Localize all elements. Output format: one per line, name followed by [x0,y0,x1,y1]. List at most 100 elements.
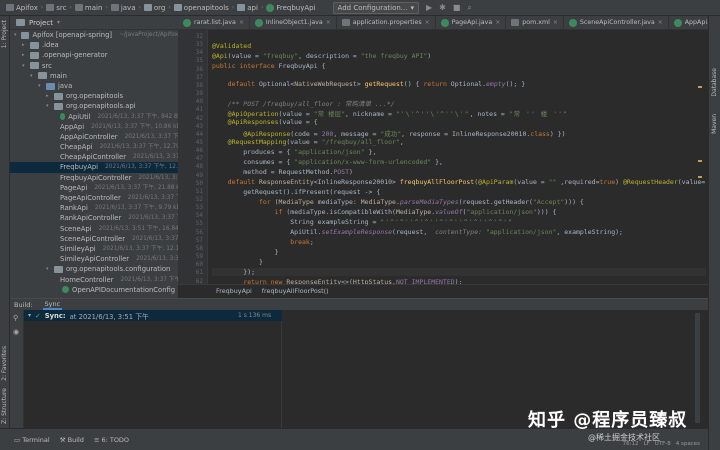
project-tree-item[interactable]: CheapApi 2021/6/13, 3:37 下午, 12.79 kB [10,142,178,152]
chevron-down-icon[interactable]: ▾ [38,81,43,91]
project-tree-item[interactable]: ▾ org.openapitools.api [10,101,178,111]
project-panel-header[interactable]: Project ▾ [10,16,178,30]
project-tree-item[interactable]: ▾ java [10,81,178,91]
code-line-current: }); [212,268,706,276]
project-tree-item[interactable]: HomeController 2021/6/13, 3:37 下午 [10,275,178,285]
project-tree-item[interactable]: ▸ .openapi-generator [10,50,178,60]
tool-tab-structure[interactable]: Z: Structure [1,388,8,424]
project-tree-item[interactable]: ▾ main [10,71,178,81]
line-number-gutter: 32 33 34 35 36 37 38 39 40 41 42 43 44 45 46 47 48 49 50 51… [178,30,208,285]
eye-icon[interactable]: ◉ [13,328,19,336]
tool-tab-database[interactable]: Database [711,68,718,97]
pin-icon[interactable]: ⚲ [13,314,18,322]
tree-item-label: SceneApiController [60,234,126,243]
tab-build[interactable]: ⚒ Build [60,436,84,444]
project-tree-item[interactable]: ▾ src [10,61,178,71]
tab-sync[interactable]: Sync [42,300,63,310]
code-line: /** POST /freqbuy/all_floor : 常购清单 ...*/ [227,100,395,108]
breadcrumb-item[interactable]: openapitools [173,4,229,12]
project-tree-item[interactable]: AppApiController 2021/6/13, 3:37 下午 [10,132,178,142]
project-panel: Project ▾ ▾ Apifox [openapi-spring] ~/Java… [10,16,178,298]
chevron-down-icon[interactable]: ▾ [28,312,31,319]
package-icon [237,4,246,11]
chevron-down-icon[interactable]: ▾ [30,71,35,81]
close-icon[interactable]: × [495,19,500,26]
code-editor[interactable]: @Validated @Api(value = "freqbuy", descr… [212,30,706,284]
indent-setting[interactable]: 4 spaces [676,441,700,447]
project-tree-item[interactable]: OpenAPIDocumentationConfig [10,285,178,295]
tree-item-label: SceneApi [60,224,92,233]
project-tree-item[interactable]: ▾ Apifox [openapi-spring] ~/JavaProject/Ap… [10,30,178,40]
chevron-right-icon[interactable]: ▸ [46,91,51,101]
project-tree-item[interactable]: AppApi 2021/6/13, 3:37 下午, 10.86 kB [10,122,178,132]
debug-icon[interactable]: ✱ [439,3,446,12]
editor-tab[interactable]: SceneApiController.java × [564,16,669,29]
project-tree-item[interactable]: SimileyApiController 2021/6/13, 3:37 下午 [10,254,178,264]
breadcrumb-item[interactable]: main [74,4,102,12]
project-tree-item[interactable]: PageApiController 2021/6/13, 3:37 下午 [10,193,178,203]
chevron-right-icon[interactable]: ▸ [22,40,27,50]
project-tree-item[interactable]: SceneApi 2021/6/13, 3:51 下午, 16.84 kB [10,224,178,234]
breadcrumb-item[interactable]: java [110,4,135,12]
editor-tab[interactable]: InlineObject1.java × [250,16,337,29]
project-tree-item[interactable]: SceneApiController 2021/6/13, 3:37 下午 [10,234,178,244]
editor-breadcrumb-class[interactable]: FreqbuyApi [216,287,252,295]
chevron-down-icon[interactable]: ▾ [22,61,27,71]
stop-icon[interactable]: ■ [453,3,461,12]
error-stripe-mark[interactable] [698,86,702,88]
project-tree-item[interactable]: SimileyApi 2021/6/13, 3:37 下午, 12.17 kB [10,244,178,254]
code-line: method = RequestMethod.POST) [212,168,353,176]
tab-todo[interactable]: ≡ 6: TODO [94,436,129,444]
project-tree-item[interactable]: ▾ org.openapitools.configuration [10,264,178,274]
chevron-right-icon: › [231,4,235,11]
tool-tab-maven[interactable]: Maven [711,114,718,134]
close-icon[interactable]: × [326,19,331,26]
project-tree-item[interactable]: RankApiController 2021/6/13, 3:37 下午 [10,213,178,223]
project-tree-item[interactable]: ApiUtil 2021/6/13, 3:37 下午, 842 B [10,112,178,122]
tree-item-label: OpenAPIDocumentationConfig [72,285,176,294]
breadcrumb-item[interactable]: org [143,4,165,12]
chevron-right-icon: › [138,4,141,11]
project-tree-item[interactable]: CheapApiController 2021/6/13, 3:37 下午 [10,152,178,162]
add-configuration-button[interactable]: Add Configuration... ▾ [332,1,419,14]
editor-tab[interactable]: application.properties × [337,16,436,29]
tool-tab-favorites[interactable]: 2: Favorites [1,346,8,381]
build-label: Build: [14,300,33,309]
close-icon[interactable]: × [239,19,244,26]
folder-icon [38,72,47,80]
project-tree-item[interactable]: ▸ org.openapitools [10,91,178,101]
project-tree-item[interactable]: ▸ .idea [10,40,178,50]
error-stripe-mark[interactable] [698,160,702,162]
tree-item-label: main [50,71,67,80]
project-tree-item[interactable]: FreqbuyApi 2021/6/13, 3:37 下午, 12.29 kB [10,162,178,173]
chevron-down-icon[interactable]: ▾ [14,30,18,40]
tab-terminal[interactable]: ▭ Terminal [14,436,50,444]
build-scrollbar[interactable] [695,313,700,423]
run-icon[interactable]: ▶ [426,3,432,12]
chevron-down-icon[interactable]: ▾ [46,264,51,274]
chevron-right-icon[interactable]: ▸ [22,50,27,60]
close-icon[interactable]: × [425,19,430,26]
line-number: 45 [195,138,203,146]
tool-tab-project[interactable]: 1: Project [1,20,8,48]
editor-tab[interactable]: pom.xml × [506,16,564,29]
project-tree-item[interactable]: FreqbuyApiController 2021/6/13, 3:37 下午 [10,173,178,183]
editor-tab[interactable]: rarat.list.java × [178,16,250,29]
error-stripe-mark[interactable] [698,176,702,178]
project-tree-item[interactable]: RankApi 2021/6/13, 3:37 下午, 9.79 kB [10,203,178,213]
close-icon[interactable]: × [553,19,558,26]
build-tool-header: Build: Sync [10,299,708,310]
editor-tab[interactable]: AppApi.java× [669,16,708,29]
breadcrumb-item[interactable]: api [237,4,258,12]
close-icon[interactable]: × [658,19,663,26]
search-icon[interactable]: ⌕ [467,3,471,13]
editor-tab[interactable]: PageApi.java × [436,16,507,29]
breadcrumb-item[interactable]: Apifox [6,4,38,12]
project-tree-item[interactable]: PageApi 2021/6/13, 3:37 下午, 21.88 kB [10,183,178,193]
breadcrumb-item[interactable]: src [46,4,67,12]
chevron-down-icon[interactable]: ▾ [57,19,60,26]
chevron-down-icon[interactable]: ▾ [46,101,51,111]
tree-item-label: org.openapitools [66,92,124,101]
breadcrumb-item[interactable]: FreqbuyApi [266,3,316,12]
editor-breadcrumb-method[interactable]: freqbuyAllFloorPost() [262,287,329,295]
